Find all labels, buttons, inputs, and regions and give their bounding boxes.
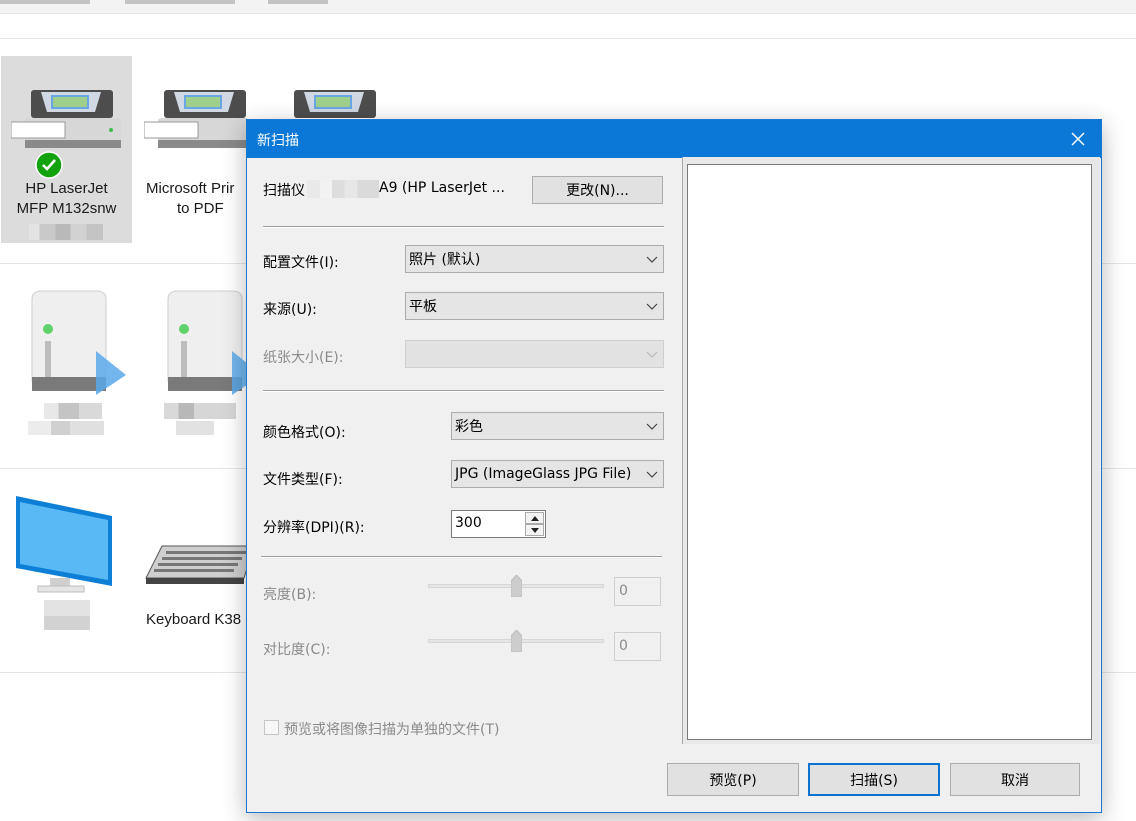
source-dropdown[interactable]: 平板 [405, 292, 664, 320]
device-name: HP LaserJet [25, 180, 108, 197]
separate-files-checkbox [264, 720, 279, 735]
file-type-dropdown[interactable]: JPG (ImageGlass JPG File) [451, 460, 664, 488]
blurred-label [176, 421, 214, 435]
paper-size-label: 纸张大小(E): [263, 350, 344, 366]
contrast-value: 0 [614, 632, 661, 661]
blurred-label [164, 403, 236, 419]
color-format-dropdown[interactable]: 彩色 [451, 412, 664, 440]
separator [263, 390, 664, 392]
chevron-down-icon [646, 423, 658, 430]
chevron-down-icon [646, 256, 658, 263]
background-toolbar [0, 0, 1136, 14]
profile-dropdown[interactable]: 照片 (默认) [405, 245, 664, 273]
brightness-value: 0 [614, 577, 661, 606]
chevron-down-icon [646, 303, 658, 310]
device-model: to PDF [177, 200, 224, 217]
resolution-label: 分辨率(DPI)(R): [263, 520, 365, 536]
section-divider [0, 38, 1136, 39]
contrast-slider-thumb [510, 630, 522, 652]
brightness-slider-thumb [510, 575, 522, 597]
chevron-down-icon [646, 471, 658, 478]
new-scan-dialog: 新扫描 扫描仪 A9 (HP LaserJet ... 更改(N)... 配置文… [246, 119, 1102, 813]
chevron-down-icon [646, 351, 658, 358]
close-icon [1071, 132, 1085, 146]
scan-button[interactable]: 扫描(S) [808, 763, 940, 796]
spin-down-button[interactable] [525, 524, 544, 536]
cancel-button[interactable]: 取消 [950, 763, 1080, 796]
scanner-name: A9 (HP LaserJet ... [379, 180, 505, 196]
preview-button[interactable]: 预览(P) [667, 763, 799, 796]
device-tile-keyboard[interactable]: Keyboard K38 [136, 538, 247, 638]
arrow-down-icon [530, 527, 539, 533]
device-tile-microsoft-print-to-pdf[interactable]: Microsoft Prir to PDF [136, 56, 247, 243]
color-format-value: 彩色 [455, 419, 483, 435]
profile-label: 配置文件(I): [263, 255, 339, 271]
printer-icon [11, 90, 121, 148]
preview-canvas [687, 164, 1092, 740]
separator [263, 226, 664, 228]
blurred-scanner-name [307, 180, 379, 198]
file-type-label: 文件类型(F): [263, 472, 343, 488]
separate-files-label: 预览或将图像扫描为单独的文件(T) [284, 722, 500, 738]
device-model: MFP M132snw [16, 200, 117, 217]
media-server-icon [31, 290, 126, 395]
printer-icon [144, 90, 247, 148]
resolution-value: 300 [455, 515, 482, 531]
blurred-label [28, 421, 104, 435]
file-type-value: JPG (ImageGlass JPG File) [455, 466, 632, 482]
resolution-spinner[interactable]: 300 [451, 510, 546, 538]
dialog-titlebar: 新扫描 [247, 120, 1101, 158]
blurred-label [44, 600, 90, 616]
brightness-label: 亮度(B): [263, 587, 317, 603]
separator [261, 556, 662, 558]
device-tile-monitor[interactable] [10, 492, 130, 642]
color-format-label: 颜色格式(O): [263, 425, 346, 441]
device-tile-media-server-2[interactable] [146, 285, 246, 455]
monitor-icon [16, 496, 112, 593]
source-label: 来源(U): [263, 302, 317, 318]
arrow-up-icon [530, 515, 539, 521]
profile-value: 照片 (默认) [409, 252, 481, 268]
blurred-label [44, 403, 102, 419]
printer-icon [294, 90, 376, 118]
source-value: 平板 [409, 299, 437, 315]
close-button[interactable] [1055, 120, 1101, 158]
dialog-title: 新扫描 [257, 133, 299, 149]
device-tile-hp-laserjet[interactable]: HP LaserJet MFP M132snw [1, 56, 132, 243]
device-name: Keyboard K38 [146, 611, 242, 628]
check-badge-icon [35, 151, 63, 179]
preview-area [682, 157, 1100, 744]
media-server-icon [167, 290, 246, 395]
paper-size-dropdown [405, 340, 664, 368]
change-scanner-button[interactable]: 更改(N)... [532, 176, 663, 204]
blurred-label [44, 616, 90, 630]
contrast-label: 对比度(C): [263, 642, 331, 658]
device-tile-media-server-1[interactable] [10, 285, 130, 455]
device-name: Microsoft Prir [146, 180, 235, 197]
blurred-label [29, 224, 103, 240]
keyboard-icon [145, 545, 247, 584]
spin-up-button[interactable] [525, 512, 544, 524]
scanner-label: 扫描仪 [263, 183, 305, 199]
